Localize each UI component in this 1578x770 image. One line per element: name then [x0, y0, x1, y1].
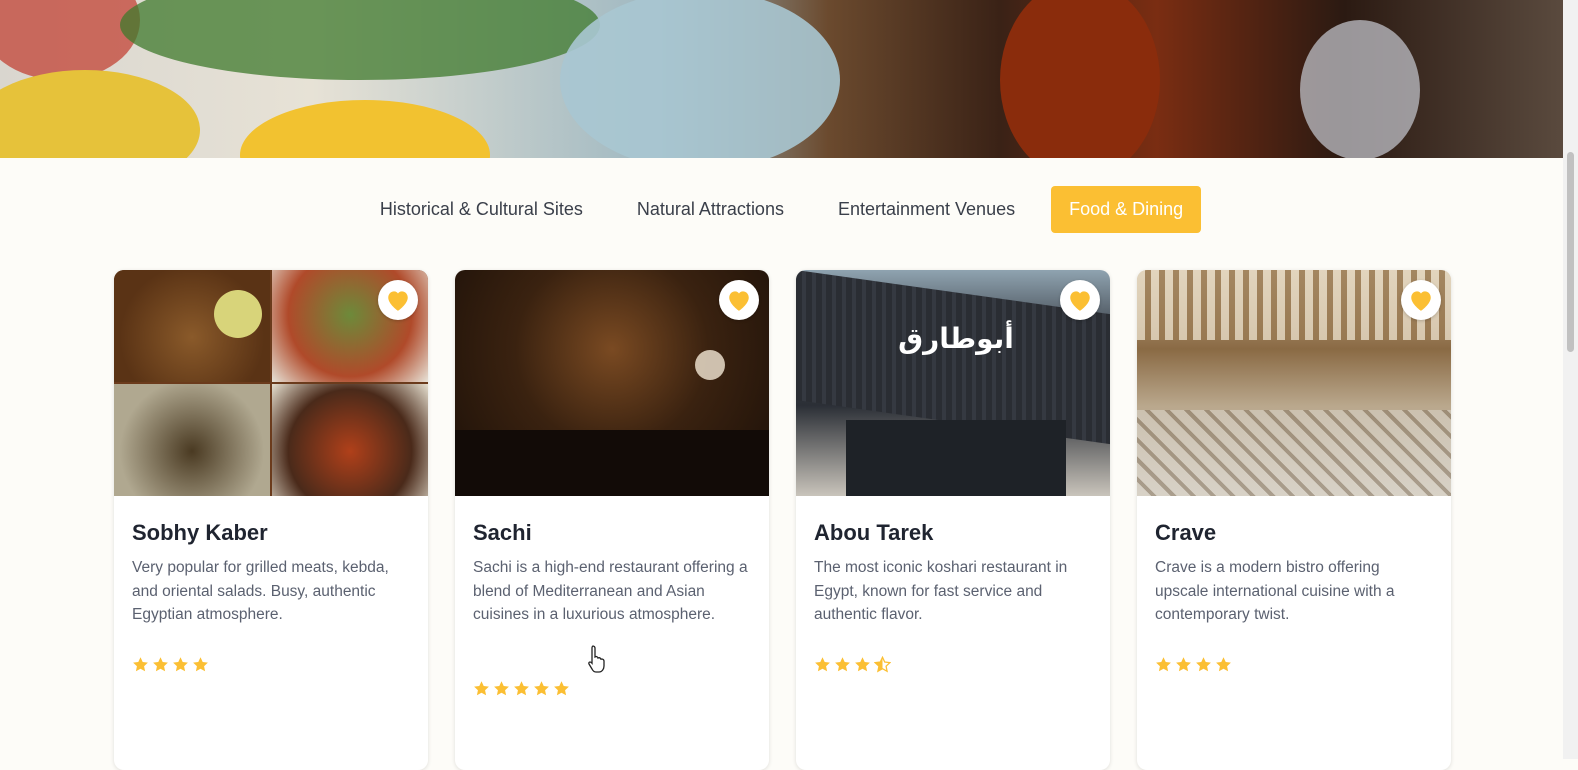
scrollbar-thumb[interactable]: [1567, 152, 1574, 352]
tab-historical-cultural[interactable]: Historical & Cultural Sites: [362, 186, 601, 233]
star-icon: [835, 657, 850, 672]
heart-icon: [1411, 291, 1431, 311]
star-icon: [855, 657, 870, 672]
half-star-icon: [874, 656, 891, 673]
restaurant-name: Crave: [1155, 520, 1217, 545]
tab-entertainment-venues[interactable]: Entertainment Venues: [820, 186, 1033, 233]
favorite-button[interactable]: [378, 280, 418, 320]
star-rating: [132, 656, 410, 673]
favorite-button[interactable]: [1060, 280, 1100, 320]
star-icon: [133, 657, 148, 672]
star-icon: [534, 681, 549, 696]
star-icon: [153, 657, 168, 672]
star-icon: [474, 681, 489, 696]
star-rating: [473, 680, 751, 697]
star-rating: [814, 656, 1092, 673]
tab-natural-attractions[interactable]: Natural Attractions: [619, 186, 802, 233]
restaurant-card[interactable]: Sachi Sachi is a high-end restaurant off…: [455, 270, 769, 770]
restaurant-interior-image: [455, 270, 769, 496]
star-icon: [1156, 657, 1171, 672]
restaurant-card[interactable]: Crave Crave is a modern bistro offering …: [1137, 270, 1451, 770]
star-icon: [1196, 657, 1211, 672]
hand-cursor-icon: [587, 644, 607, 679]
restaurant-description: Very popular for grilled meats, kebda, a…: [132, 559, 389, 623]
star-icon: [554, 681, 569, 696]
restaurant-description: Sachi is a high-end restaurant offering …: [473, 559, 748, 623]
star-icon: [514, 681, 529, 696]
star-rating: [1155, 656, 1433, 673]
patio-dining-image: [1137, 270, 1451, 496]
food-collage-image: [114, 270, 428, 496]
restaurant-card[interactable]: أبوطارق Abou Tarek The most iconic kosha…: [796, 270, 1110, 770]
star-icon: [494, 681, 509, 696]
heart-icon: [1070, 291, 1090, 311]
favorite-button[interactable]: [1401, 280, 1441, 320]
heart-icon: [729, 291, 749, 311]
star-icon: [173, 657, 188, 672]
heart-icon: [388, 291, 408, 311]
restaurant-name: Sachi: [473, 520, 532, 545]
restaurant-name: Sobhy Kaber: [132, 520, 268, 545]
page-scrollbar[interactable]: [1563, 0, 1578, 759]
restaurant-name: Abou Tarek: [814, 520, 934, 545]
restaurant-description: Crave is a modern bistro offering upscal…: [1155, 559, 1395, 623]
hero-banner-image: [0, 0, 1563, 158]
star-icon: [193, 657, 208, 672]
star-icon: [1176, 657, 1191, 672]
restaurant-card[interactable]: Sobhy Kaber Very popular for grilled mea…: [114, 270, 428, 770]
favorite-button[interactable]: [719, 280, 759, 320]
star-icon: [1216, 657, 1231, 672]
tab-food-dining[interactable]: Food & Dining: [1051, 186, 1202, 233]
star-icon: [815, 657, 830, 672]
category-tabs: Historical & Cultural Sites Natural Attr…: [0, 186, 1563, 233]
restaurant-card-list: Sobhy Kaber Very popular for grilled mea…: [114, 270, 1451, 770]
storefront-image: أبوطارق: [796, 270, 1110, 496]
restaurant-description: The most iconic koshari restaurant in Eg…: [814, 559, 1068, 623]
